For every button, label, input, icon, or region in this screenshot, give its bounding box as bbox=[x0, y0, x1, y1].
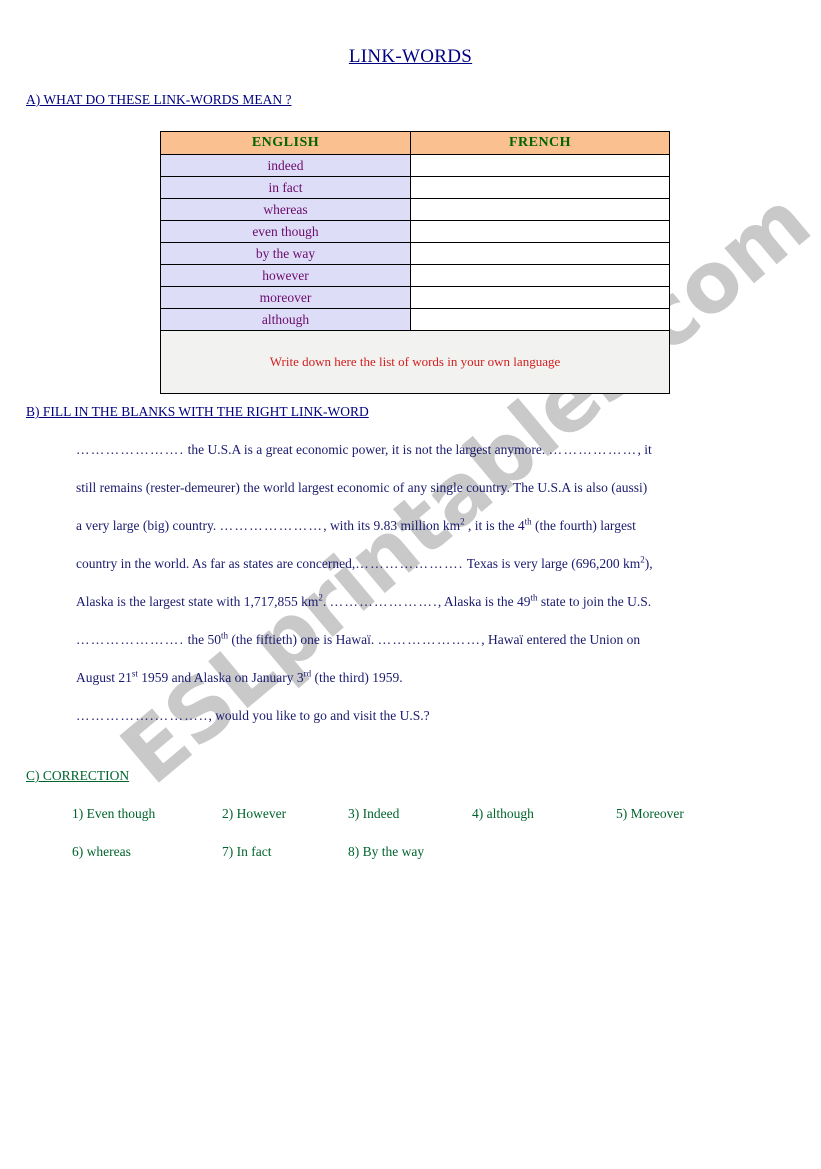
english-word-cell: in fact bbox=[160, 176, 411, 199]
text-run: Texas is very large (696,200 km bbox=[463, 556, 641, 571]
correction-row: 6) whereas 7) In fact 8) By the way bbox=[0, 844, 821, 882]
paragraph-line: country in the world. As far as states a… bbox=[76, 555, 798, 594]
correction-answer: 3) Indeed bbox=[348, 806, 400, 821]
correction-answer: 5) Moreover bbox=[616, 806, 684, 821]
page-title: LINK-WORDS bbox=[348, 46, 473, 67]
blank-field[interactable]: ………………… bbox=[220, 518, 324, 533]
correction-row: 1) Even though 2) However 3) Indeed 4) a… bbox=[0, 806, 821, 844]
table-footer-row: Write down here the list of words in you… bbox=[160, 330, 670, 394]
worksheet-page: ESLprintables.com LINK-WORDS A) WHAT DO … bbox=[0, 0, 821, 1169]
text-run: ), bbox=[644, 556, 653, 571]
text-run: country in the world. As far as states a… bbox=[76, 556, 356, 571]
superscript: th bbox=[221, 630, 229, 641]
correction-answer: 6) whereas bbox=[72, 844, 131, 859]
french-answer-cell[interactable] bbox=[410, 176, 670, 199]
table-row: in fact bbox=[160, 176, 670, 199]
text-run: the U.S.A is a great economic power, it … bbox=[184, 442, 549, 457]
paragraph-line: August 21st 1959 and Alaska on January 3… bbox=[76, 668, 798, 708]
paragraph-line: Alaska is the largest state with 1,717,8… bbox=[76, 592, 798, 632]
french-answer-cell[interactable] bbox=[410, 308, 670, 331]
column-header-french: FRENCH bbox=[410, 131, 670, 155]
text-run: . bbox=[322, 594, 330, 609]
paragraph-line: still remains (rester-demeurer) the worl… bbox=[76, 480, 798, 518]
section-c-heading: C) CORRECTION bbox=[26, 768, 130, 783]
text-run: (the third) 1959. bbox=[311, 670, 403, 685]
french-answer-cell[interactable] bbox=[410, 242, 670, 265]
blank-field[interactable]: ………………… bbox=[378, 632, 482, 647]
section-b-heading: B) FILL IN THE BLANKS WITH THE RIGHT LIN… bbox=[26, 404, 369, 419]
french-answer-cell[interactable] bbox=[410, 264, 670, 287]
text-run: , would you like to go and visit the U.S… bbox=[208, 708, 430, 723]
fill-in-the-blanks-paragraph: …………………. the U.S.A is a great economic p… bbox=[76, 442, 798, 746]
english-word-cell: indeed bbox=[160, 154, 411, 177]
french-answer-cell[interactable] bbox=[410, 286, 670, 309]
table-header: ENGLISH FRENCH bbox=[160, 131, 670, 155]
text-run: , Hawaï entered the Union on bbox=[481, 632, 641, 647]
text-run: , with its 9.83 million km bbox=[323, 518, 461, 533]
text-run: (the fiftieth) one is Hawaï. bbox=[228, 632, 378, 647]
blank-field[interactable]: …………….……….. bbox=[76, 708, 208, 723]
correction-answer: 1) Even though bbox=[72, 806, 156, 821]
french-answer-cell[interactable] bbox=[410, 154, 670, 177]
column-header-english: ENGLISH bbox=[160, 131, 411, 155]
correction-answers: 1) Even though 2) However 3) Indeed 4) a… bbox=[0, 806, 821, 882]
paragraph-line: …………………. the 50th (the fiftieth) one is … bbox=[76, 630, 798, 670]
table-header-row: ENGLISH FRENCH bbox=[160, 131, 670, 155]
text-run: , it is the 4 bbox=[464, 518, 525, 533]
text-run: 1959 and Alaska on January 3 bbox=[137, 670, 304, 685]
correction-answer: 7) In fact bbox=[222, 844, 272, 859]
english-word-cell: however bbox=[160, 264, 411, 287]
text-run: , Alaska is the 49 bbox=[437, 594, 531, 609]
table-row: by the way bbox=[160, 242, 670, 265]
correction-answer: 8) By the way bbox=[348, 844, 425, 859]
paragraph-line: …………………. the U.S.A is a great economic p… bbox=[76, 442, 798, 480]
text-run: the 50 bbox=[184, 632, 222, 647]
table-row: although bbox=[160, 308, 670, 331]
correction-answer: 2) However bbox=[222, 806, 287, 821]
section-a-heading: A) WHAT DO THESE LINK-WORDS MEAN ? bbox=[26, 92, 292, 107]
english-word-cell: by the way bbox=[160, 242, 411, 265]
table-body: indeed in fact whereas even though by th… bbox=[160, 154, 670, 394]
text-run: a very large (big) country. bbox=[76, 518, 220, 533]
text-run: state to join the U.S. bbox=[537, 594, 652, 609]
table-row: whereas bbox=[160, 198, 670, 221]
superscript: th bbox=[524, 516, 532, 527]
table-footer-note: Write down here the list of words in you… bbox=[160, 330, 670, 394]
blank-field[interactable]: ……………… bbox=[549, 442, 638, 457]
correction-answer: 4) although bbox=[472, 806, 534, 821]
english-word-cell: whereas bbox=[160, 198, 411, 221]
text-run: Alaska is the largest state with 1,717,8… bbox=[76, 594, 319, 609]
blank-field[interactable]: …………………. bbox=[330, 594, 438, 609]
english-word-cell: moreover bbox=[160, 286, 411, 309]
superscript: rd bbox=[303, 668, 312, 679]
french-answer-cell[interactable] bbox=[410, 198, 670, 221]
english-word-cell: although bbox=[160, 308, 411, 331]
text-run: (the fourth) largest bbox=[531, 518, 636, 533]
paragraph-line: a very large (big) country. …………………, wit… bbox=[76, 516, 798, 556]
english-word-cell: even though bbox=[160, 220, 411, 243]
link-words-table: ENGLISH FRENCH indeed in fact whereas ev… bbox=[160, 131, 670, 394]
table-row: moreover bbox=[160, 286, 670, 309]
blank-field[interactable]: …………………. bbox=[76, 442, 184, 457]
text-run: , it bbox=[637, 442, 652, 457]
table-row: even though bbox=[160, 220, 670, 243]
table-row: indeed bbox=[160, 154, 670, 177]
text-run: August 21 bbox=[76, 670, 132, 685]
table-row: however bbox=[160, 264, 670, 287]
text-run: still remains (rester-demeurer) the worl… bbox=[76, 480, 648, 495]
superscript: th bbox=[530, 592, 538, 603]
blank-field[interactable]: …………………. bbox=[76, 632, 184, 647]
blank-field[interactable]: …………………. bbox=[355, 556, 463, 571]
french-answer-cell[interactable] bbox=[410, 220, 670, 243]
paragraph-line: …………….……….., would you like to go and vi… bbox=[76, 708, 798, 746]
